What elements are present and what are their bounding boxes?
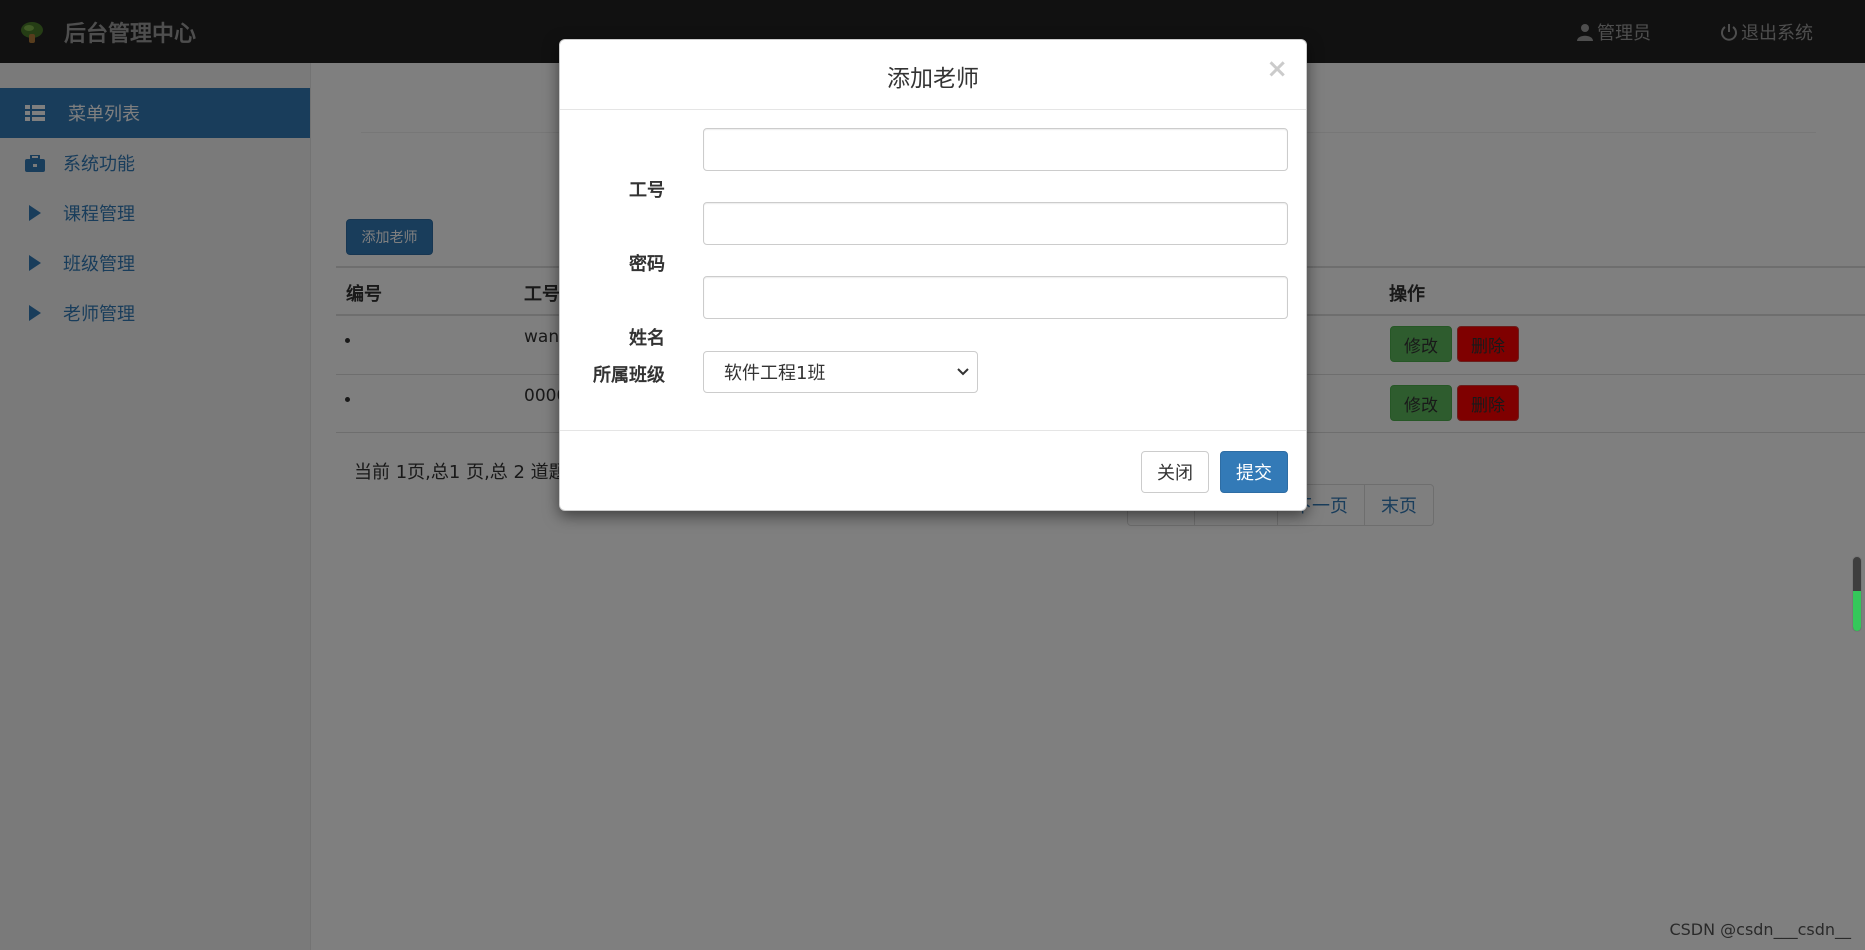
field-label-name: 姓名 bbox=[629, 328, 665, 349]
field-label-password: 密码 bbox=[629, 254, 665, 275]
close-button[interactable]: 关闭 bbox=[1141, 451, 1209, 493]
password-input[interactable] bbox=[703, 202, 1288, 245]
field-label-work-no: 工号 bbox=[629, 180, 665, 201]
work-no-input[interactable] bbox=[703, 128, 1288, 171]
scroll-indicator[interactable] bbox=[1852, 556, 1862, 632]
modal-title: 添加老师 bbox=[887, 66, 979, 92]
name-input[interactable] bbox=[703, 276, 1288, 319]
class-select[interactable]: 软件工程1班 bbox=[703, 351, 978, 393]
scroll-indicator-fill bbox=[1853, 591, 1861, 631]
submit-button[interactable]: 提交 bbox=[1220, 451, 1288, 493]
field-label-class: 所属班级 bbox=[593, 365, 665, 386]
modal-header: 添加老师 × bbox=[560, 40, 1306, 110]
chevron-down-icon bbox=[957, 368, 969, 376]
class-select-value: 软件工程1班 bbox=[724, 363, 826, 384]
add-teacher-modal: 添加老师 × 工号 密码 姓名 所属班级 软件工程1班 关闭 提交 bbox=[559, 39, 1307, 511]
close-icon[interactable]: × bbox=[1266, 54, 1288, 84]
modal-footer: 关闭 提交 bbox=[560, 430, 1306, 512]
